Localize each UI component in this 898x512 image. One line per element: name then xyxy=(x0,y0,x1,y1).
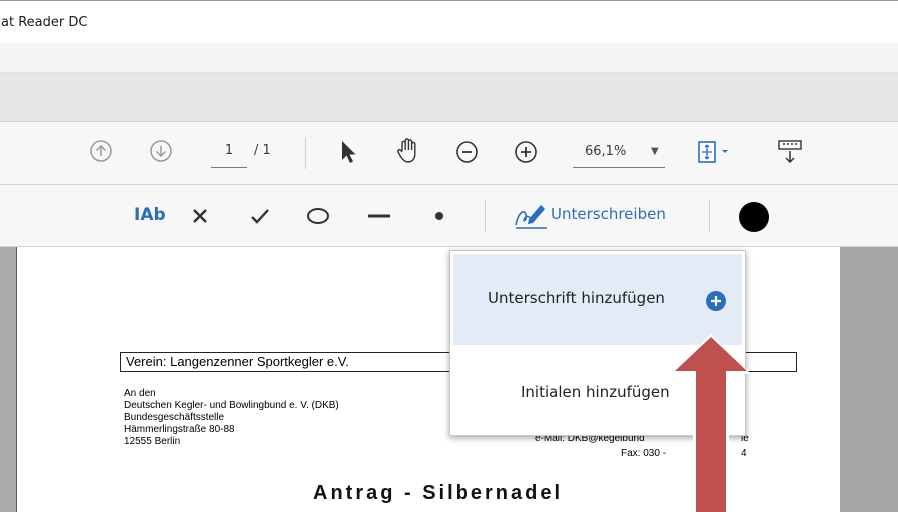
address-line: 12555 Berlin xyxy=(124,436,181,447)
menu-band xyxy=(0,43,898,73)
page-up-icon[interactable] xyxy=(89,139,113,163)
select-arrow-icon[interactable] xyxy=(337,138,359,166)
window-title: at Reader DC xyxy=(1,15,88,30)
fill-toolbar-divider xyxy=(485,199,486,233)
title-bar: at Reader DC xyxy=(0,0,898,43)
verein-field: Verein: Langenzenner Sportkegler e.V. xyxy=(120,352,450,372)
navigation-toolbar xyxy=(0,121,898,185)
zoom-out-icon[interactable] xyxy=(454,139,480,165)
circle-icon[interactable] xyxy=(306,207,330,225)
zoom-value: 66,1% xyxy=(585,144,627,159)
address-line: Deutschen Kegler- und Bowlingbund e. V. … xyxy=(124,400,339,411)
signature-pen-icon[interactable] xyxy=(513,199,549,231)
page-number-input[interactable]: 1 xyxy=(211,137,247,168)
sign-button-label[interactable]: Unterschreiben xyxy=(551,205,666,223)
dot-icon[interactable] xyxy=(430,207,448,225)
tab-band xyxy=(0,73,898,121)
fill-toolbar-divider-2 xyxy=(709,199,710,233)
zoom-select[interactable]: 66,1% ▼ xyxy=(573,137,665,168)
address-line: Bundesgeschäftsstelle xyxy=(124,412,225,423)
line-icon[interactable] xyxy=(367,207,391,225)
page-gutter-right xyxy=(840,247,898,512)
check-icon[interactable] xyxy=(249,206,271,226)
add-text-tool[interactable]: IAb xyxy=(134,205,166,225)
document-heading: Antrag - Silbernadel xyxy=(313,482,564,504)
verein-text: Verein: Langenzenner Sportkegler e.V. xyxy=(126,354,349,369)
scroll-mode-icon[interactable] xyxy=(776,138,804,166)
page-gutter-left xyxy=(0,247,16,512)
cross-icon[interactable] xyxy=(190,206,210,226)
add-signature-label: Unterschrift hinzufügen xyxy=(488,289,665,307)
add-initials-label: Initialen hinzufügen xyxy=(521,383,670,401)
page-down-icon[interactable] xyxy=(149,139,173,163)
plus-circle-icon[interactable] xyxy=(705,290,727,312)
page-total: / 1 xyxy=(254,143,271,158)
address-line: An den xyxy=(124,388,156,399)
zoom-in-icon[interactable] xyxy=(513,139,539,165)
red-arrow-annotation xyxy=(671,334,751,512)
fax-text: Fax: 030 - xyxy=(621,448,667,459)
address-line: Hämmerlingstraße 80-88 xyxy=(124,424,235,435)
chevron-down-icon: ▼ xyxy=(651,146,659,157)
fit-page-icon[interactable] xyxy=(697,139,733,165)
hand-icon[interactable] xyxy=(395,136,421,166)
color-swatch-icon[interactable] xyxy=(738,201,770,233)
toolbar-divider xyxy=(305,137,306,169)
